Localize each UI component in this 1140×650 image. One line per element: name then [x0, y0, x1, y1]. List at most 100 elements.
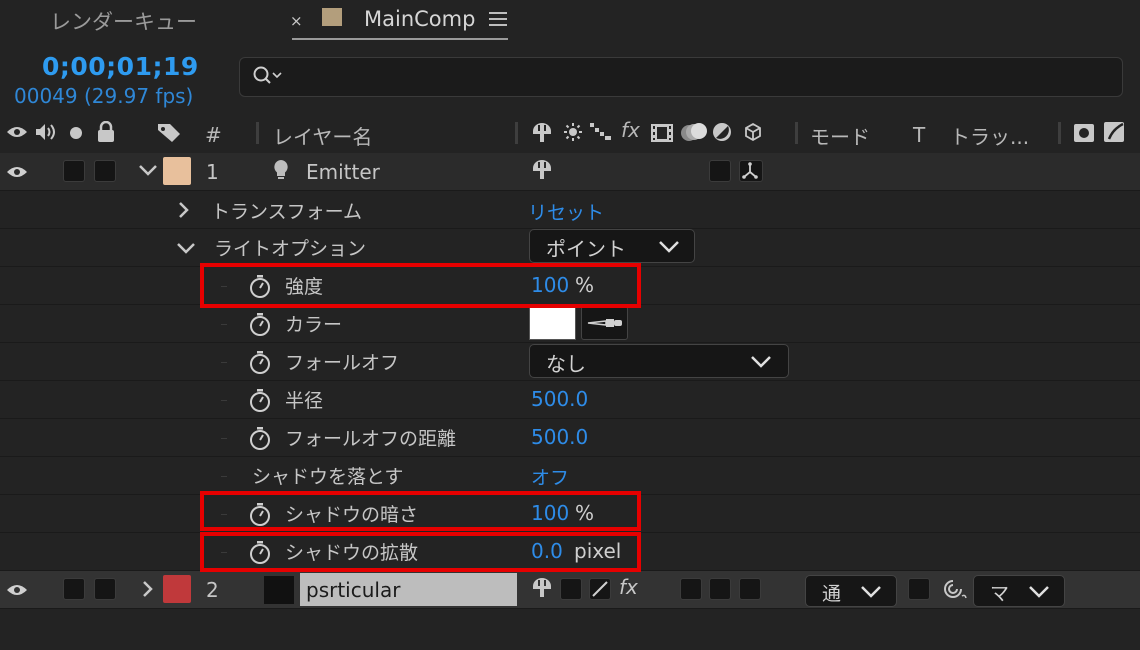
falloff-value: なし [546, 352, 586, 376]
solo-switch[interactable] [63, 578, 85, 600]
audio-icon[interactable] [34, 122, 58, 142]
track-matte-dropdown[interactable]: マ [973, 575, 1065, 607]
radius-label: 半径 [285, 390, 324, 412]
property-row-casts-shadows[interactable] [0, 457, 1140, 495]
collapse-transform-icon[interactable] [563, 122, 583, 142]
layer-number: 2 [206, 578, 219, 602]
search-input[interactable] [239, 57, 1123, 97]
layer-label-color[interactable] [163, 157, 191, 185]
highlight-box-shadow-diffusion [200, 532, 641, 572]
radius-value[interactable]: 500.0 [531, 387, 588, 411]
motion-blur-switch[interactable] [709, 578, 731, 600]
casts-shadows-label: シャドウを落とす [252, 466, 404, 488]
track-matte-pick-whip-icon[interactable] [942, 578, 968, 600]
panel-menu-icon[interactable] [489, 8, 507, 30]
effects-header[interactable]: fx [621, 118, 640, 142]
column-separator [1058, 122, 1061, 144]
transform-reset-link[interactable]: リセット [528, 198, 604, 225]
matte-source-icon[interactable] [1073, 123, 1095, 143]
blend-mode-value: 通 [822, 583, 842, 605]
layer-shy-switch-icon[interactable] [530, 158, 554, 180]
layer-label-color[interactable] [163, 575, 191, 603]
tree-connector [221, 400, 227, 401]
search-icon[interactable] [252, 65, 286, 87]
color-swatch[interactable] [529, 306, 576, 340]
layer-expand-chevron-down-icon[interactable] [138, 163, 158, 177]
solo-switch[interactable] [63, 160, 85, 182]
effects-switch[interactable]: fx [619, 575, 638, 599]
tree-connector [221, 362, 227, 363]
tab-main-comp[interactable]: MainComp [364, 7, 475, 31]
shy-icon[interactable] [530, 121, 554, 143]
stopwatch-icon[interactable] [249, 388, 271, 412]
column-separator [795, 122, 798, 144]
solo-icon[interactable] [69, 126, 83, 140]
lock-icon[interactable] [96, 121, 116, 143]
lock-switch[interactable] [94, 578, 116, 600]
column-separator [515, 122, 518, 144]
adjustment-switch[interactable] [709, 160, 731, 182]
layer-number-header: # [205, 123, 222, 147]
active-tab-underline [292, 38, 508, 40]
falloff-dropdown[interactable]: なし [529, 344, 789, 378]
layer-name: psrticular [306, 578, 401, 602]
layer-name[interactable]: Emitter [306, 160, 380, 184]
light-type-dropdown[interactable]: ポイント [529, 229, 695, 263]
layer-name-field[interactable]: psrticular [300, 573, 517, 606]
eye-icon[interactable] [6, 124, 28, 140]
layer-expand-chevron-right-icon[interactable] [140, 580, 154, 598]
tree-connector [221, 438, 227, 439]
frame-count-display: 00049 (29.97 fps) [14, 84, 194, 108]
eyedropper-button[interactable] [581, 306, 628, 340]
column-separator [256, 122, 259, 144]
composition-color-swatch [322, 8, 342, 26]
falloff-distance-value[interactable]: 500.0 [531, 425, 588, 449]
current-time-display[interactable]: 0;00;01;19 [42, 52, 199, 81]
track-matte-header[interactable]: トラッ... [950, 121, 1029, 150]
solid-layer-thumbnail [264, 576, 294, 604]
preserve-transparency-header[interactable]: T [913, 123, 925, 147]
lock-switch[interactable] [94, 160, 116, 182]
motion-blur-icon[interactable] [679, 121, 709, 143]
layer-shy-switch-icon[interactable] [530, 576, 554, 598]
tree-connector [221, 324, 227, 325]
chevron-right-icon[interactable] [176, 201, 190, 219]
blend-mode-dropdown[interactable]: 通 [805, 575, 897, 607]
collapse-switch[interactable] [560, 578, 582, 600]
light-type-value: ポイント [546, 237, 626, 261]
close-tab-icon[interactable]: × [290, 12, 303, 30]
light-options-label: ライトオプション [214, 238, 367, 260]
layer-number: 1 [206, 160, 219, 184]
falloff-label: フォールオフ [285, 352, 400, 374]
layer-visibility-eye-icon[interactable] [6, 164, 28, 180]
frame-blend-icon[interactable] [650, 122, 674, 144]
mode-header[interactable]: モード [810, 121, 870, 150]
light-bulb-icon [271, 158, 291, 182]
3d-layer-switch[interactable] [739, 578, 761, 600]
adjustment-layer-icon[interactable] [712, 122, 732, 142]
tab-render-queue[interactable]: レンダーキュー [50, 6, 197, 36]
preserve-transparency-switch[interactable] [908, 578, 930, 600]
3d-layer-switch[interactable] [739, 160, 763, 182]
layer-visibility-eye-icon[interactable] [6, 582, 28, 598]
parent-pick-whip-icon[interactable] [1103, 121, 1127, 143]
3d-layer-icon[interactable] [743, 122, 763, 142]
chevron-down-icon [750, 355, 772, 369]
frame-blend-switch[interactable] [680, 578, 702, 600]
label-tag-icon[interactable] [156, 122, 182, 144]
stopwatch-icon[interactable] [249, 312, 271, 336]
layer-name-header[interactable]: レイヤー名 [273, 121, 372, 150]
chevron-down-icon[interactable] [176, 241, 196, 255]
highlight-box-intensity [200, 263, 641, 308]
quality-icon[interactable] [589, 122, 613, 142]
eyedropper-icon [586, 316, 624, 330]
track-matte-value: マ [990, 583, 1010, 605]
chevron-down-icon [860, 585, 882, 599]
casts-shadows-value[interactable]: オフ [531, 463, 569, 490]
highlight-box-shadow-darkness [200, 491, 641, 531]
stopwatch-icon[interactable] [249, 350, 271, 374]
stopwatch-icon[interactable] [249, 426, 271, 450]
chevron-down-icon [658, 240, 680, 254]
falloff-distance-label: フォールオフの距離 [285, 428, 457, 450]
quality-switch[interactable] [589, 578, 611, 600]
